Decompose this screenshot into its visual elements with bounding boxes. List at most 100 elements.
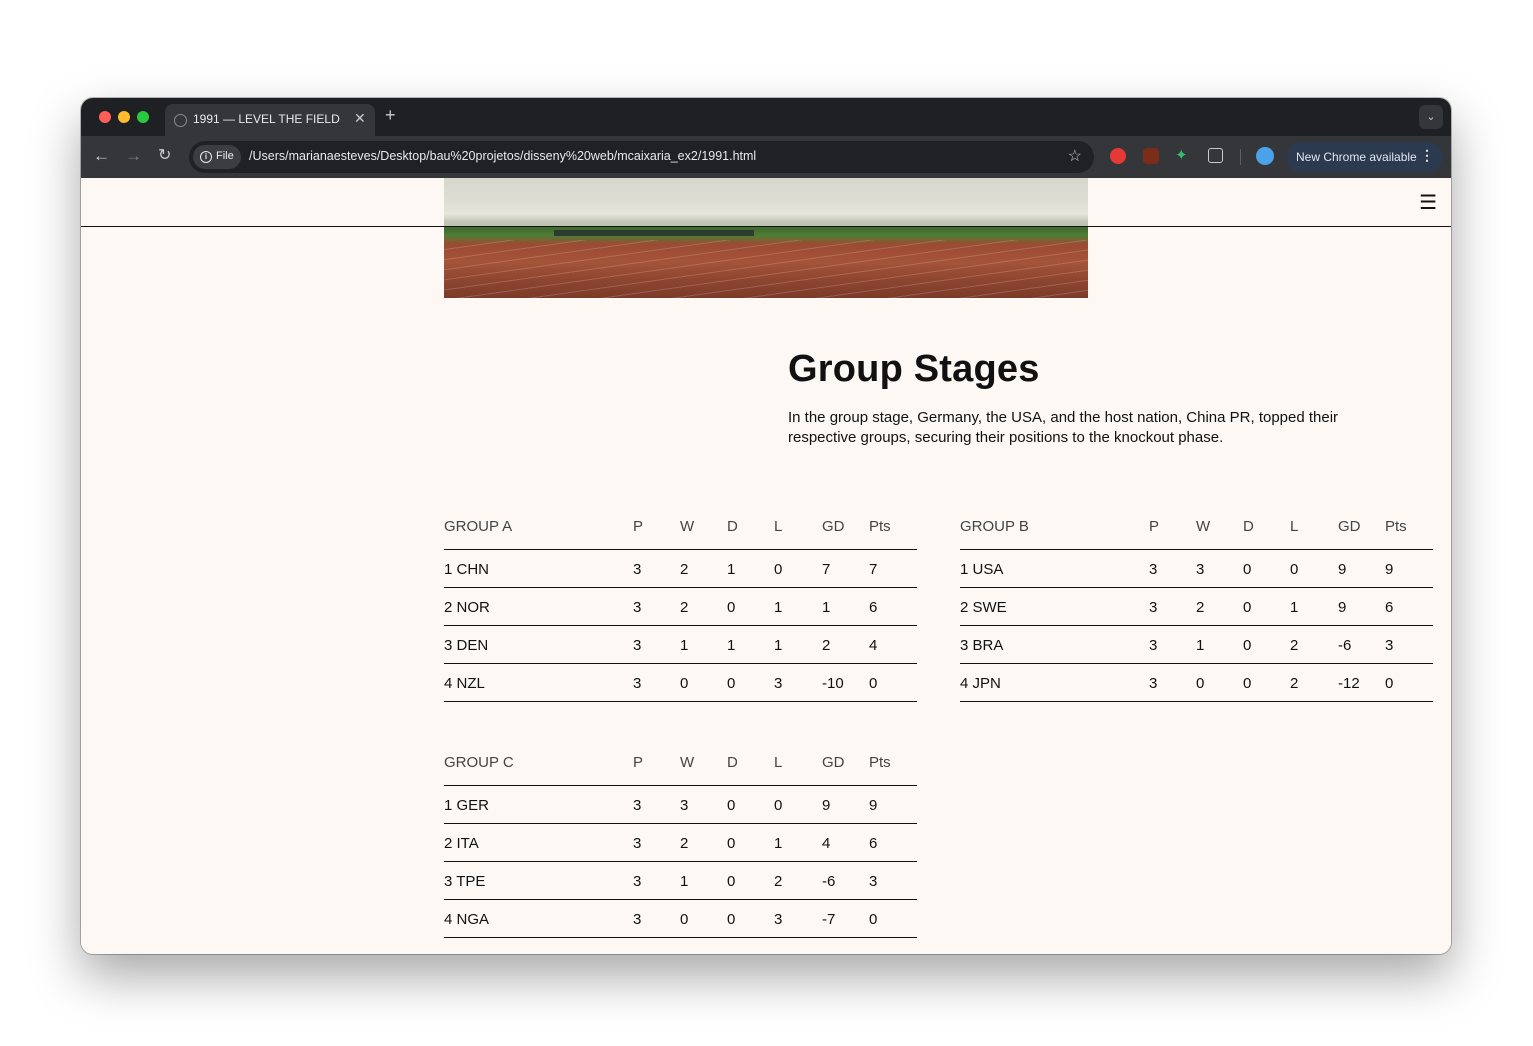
browser-toolbar: ← → ↻ i File /Users/marianaesteves/Deskt… <box>81 136 1451 178</box>
hamburger-menu-icon[interactable]: ☰ <box>1419 190 1437 215</box>
table-header: GROUP C P W D L GD Pts <box>444 748 917 786</box>
extensions-puzzle-icon[interactable] <box>1208 148 1223 163</box>
toolbar-divider <box>1240 149 1241 165</box>
col-header-l: L <box>1290 518 1299 535</box>
stat-cell: 3 <box>633 637 642 654</box>
stat-cell: 9 <box>869 797 878 814</box>
team-cell: 4 NGA <box>444 911 490 928</box>
group-name: GROUP C <box>444 754 514 771</box>
stat-cell: 1 <box>822 599 831 616</box>
stat-cell: 2 <box>1290 675 1299 692</box>
stadium-stand <box>554 230 754 236</box>
page-content: ☰ Group Stages In the group stage, Germa… <box>81 178 1451 954</box>
globe-icon <box>174 114 187 127</box>
team-cell: 2 ITA <box>444 835 479 852</box>
update-chrome-button[interactable]: New Chrome available ⋮ <box>1286 142 1443 172</box>
stat-cell: 2 <box>680 599 689 616</box>
stat-cell: 0 <box>680 675 689 692</box>
stat-cell: 4 <box>822 835 831 852</box>
table-row: 4 NGA 3 0 0 3 -7 0 <box>444 900 917 938</box>
minimize-window-button[interactable] <box>118 111 130 123</box>
update-label: New Chrome available <box>1296 150 1417 164</box>
stat-cell: -7 <box>822 911 836 928</box>
bird-extension-icon[interactable]: ✦ <box>1175 146 1188 164</box>
tab-search-icon[interactable]: ⌄ <box>1419 105 1443 129</box>
table-row: 1 GER 3 3 0 0 9 9 <box>444 786 917 824</box>
back-arrow-icon[interactable]: ← <box>93 144 110 168</box>
new-tab-button[interactable]: + <box>385 105 396 126</box>
close-tab-icon[interactable]: ✕ <box>354 110 366 127</box>
stat-cell: -10 <box>822 675 844 692</box>
stat-cell: 3 <box>633 599 642 616</box>
table-row: 3 TPE 3 1 0 2 -6 3 <box>444 862 917 900</box>
profile-avatar-icon[interactable] <box>1256 147 1274 165</box>
col-header-p: P <box>1149 518 1160 535</box>
stat-cell: 3 <box>1149 637 1158 654</box>
site-info-chip[interactable]: i File <box>193 145 241 169</box>
group-c-table: GROUP C P W D L GD Pts 1 GER 3 3 0 0 9 9… <box>444 748 917 938</box>
col-header-w: W <box>1196 518 1211 535</box>
table-header: GROUP A P W D L GD Pts <box>444 512 917 550</box>
stat-cell: 1 <box>727 637 736 654</box>
col-header-d: D <box>727 754 738 771</box>
stat-cell: 0 <box>1196 675 1205 692</box>
table-row: 2 NOR 3 2 0 1 1 6 <box>444 588 917 626</box>
chip-label: File <box>216 150 234 162</box>
stat-cell: 0 <box>680 911 689 928</box>
site-header: ☰ <box>81 178 1451 227</box>
adblock-extension-icon[interactable] <box>1110 148 1126 164</box>
stat-cell: 2 <box>680 561 689 578</box>
bookmark-star-icon[interactable]: ☆ <box>1068 146 1082 166</box>
stat-cell: 9 <box>822 797 831 814</box>
ublock-extension-icon[interactable] <box>1143 148 1159 164</box>
stat-cell: 6 <box>869 599 878 616</box>
stat-cell: 6 <box>869 835 878 852</box>
browser-window: 1991 — LEVEL THE FIELD ✕ + ⌄ ← → ↻ i Fil… <box>81 98 1451 954</box>
col-header-p: P <box>633 754 644 771</box>
table-row: 1 USA 3 3 0 0 9 9 <box>960 550 1433 588</box>
table-row: 4 JPN 3 0 0 2 -12 0 <box>960 664 1433 702</box>
stat-cell: 9 <box>1338 599 1347 616</box>
kebab-menu-icon[interactable]: ⋮ <box>1420 147 1434 164</box>
address-bar[interactable]: i File /Users/marianaesteves/Desktop/bau… <box>189 141 1094 173</box>
stat-cell: 0 <box>869 675 878 692</box>
section-title: Group Stages <box>788 348 1040 390</box>
table-header: GROUP B P W D L GD Pts <box>960 512 1433 550</box>
team-cell: 3 BRA <box>960 637 1004 654</box>
stat-cell: 1 <box>1290 599 1299 616</box>
team-cell: 3 DEN <box>444 637 489 654</box>
info-icon: i <box>200 151 212 163</box>
stat-cell: 3 <box>633 835 642 852</box>
stat-cell: 3 <box>869 873 878 890</box>
stat-cell: 0 <box>727 911 736 928</box>
stat-cell: 1 <box>774 637 783 654</box>
browser-tab[interactable]: 1991 — LEVEL THE FIELD ✕ <box>165 104 375 136</box>
col-header-w: W <box>680 754 695 771</box>
group-a-table: GROUP A P W D L GD Pts 1 CHN 3 2 1 0 7 7… <box>444 512 917 702</box>
team-cell: 3 TPE <box>444 873 486 890</box>
running-track <box>444 240 1088 298</box>
close-window-button[interactable] <box>99 111 111 123</box>
team-cell: 4 NZL <box>444 675 485 692</box>
stat-cell: 0 <box>1243 599 1252 616</box>
stat-cell: 3 <box>774 911 783 928</box>
team-cell: 1 USA <box>960 561 1004 578</box>
table-row: 2 SWE 3 2 0 1 9 6 <box>960 588 1433 626</box>
stat-cell: 1 <box>727 561 736 578</box>
team-cell: 1 CHN <box>444 561 490 578</box>
maximize-window-button[interactable] <box>137 111 149 123</box>
stat-cell: 1 <box>1196 637 1205 654</box>
url-text[interactable]: /Users/marianaesteves/Desktop/bau%20proj… <box>249 149 756 163</box>
col-header-l: L <box>774 754 783 771</box>
reload-icon[interactable]: ↻ <box>158 144 171 168</box>
stat-cell: 1 <box>774 835 783 852</box>
stat-cell: 4 <box>869 637 878 654</box>
stat-cell: 9 <box>1338 561 1347 578</box>
forward-arrow-icon[interactable]: → <box>125 144 142 168</box>
stat-cell: 0 <box>1243 675 1252 692</box>
col-header-gd: GD <box>822 754 845 771</box>
col-header-w: W <box>680 518 695 535</box>
stat-cell: 3 <box>1385 637 1394 654</box>
stat-cell: 7 <box>822 561 831 578</box>
group-b-table: GROUP B P W D L GD Pts 1 USA 3 3 0 0 9 9… <box>960 512 1433 702</box>
